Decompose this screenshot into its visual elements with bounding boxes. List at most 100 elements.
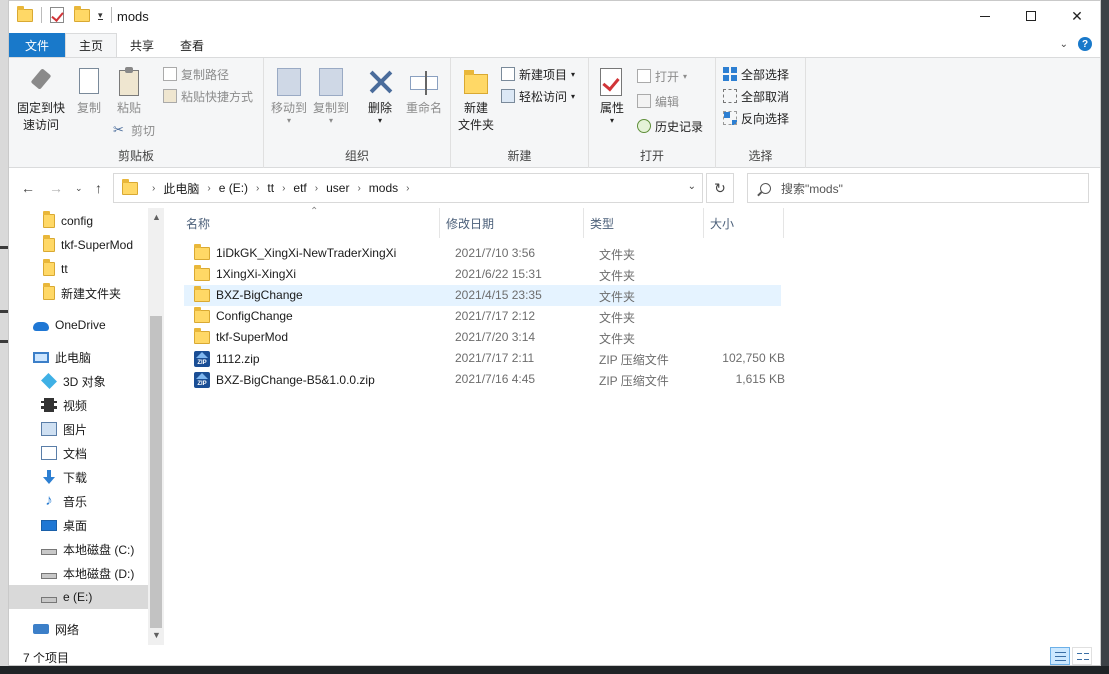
invert-selection-button[interactable]: 反向选择 bbox=[723, 108, 789, 128]
up-button[interactable]: ↑ bbox=[95, 180, 102, 196]
new-item-button[interactable]: 新建项目 ▾ bbox=[501, 64, 575, 84]
file-row[interactable]: ConfigChange 2021/7/17 2:12 文件夹 bbox=[184, 306, 781, 327]
minimize-icon bbox=[980, 15, 990, 17]
move-to-button[interactable]: 移动到 ▾ bbox=[270, 66, 308, 125]
properties-icon[interactable] bbox=[50, 7, 64, 23]
nav-item-label: e (E:) bbox=[63, 590, 93, 604]
forward-button[interactable]: → bbox=[49, 180, 63, 196]
breadcrumb-item[interactable]: user bbox=[326, 181, 349, 195]
nav-item-network[interactable]: 网络 bbox=[9, 617, 148, 641]
large-icons-view-button[interactable] bbox=[1072, 647, 1092, 665]
new-folder-button[interactable]: 新建 文件夹 bbox=[455, 66, 497, 134]
copy-button[interactable]: 复制 bbox=[71, 66, 107, 117]
paste-shortcut-button[interactable]: 粘贴快捷方式 bbox=[163, 86, 253, 106]
ribbon: 固定到快 速访问 复制 粘贴 复制路径 粘贴快捷方式 ✂ 剪切 剪贴板 移动到 … bbox=[9, 57, 1100, 168]
search-box[interactable]: 搜索"mods" bbox=[747, 173, 1089, 203]
scrollbar-thumb[interactable] bbox=[150, 316, 162, 628]
file-row[interactable]: 1XingXi-XingXi 2021/6/22 15:31 文件夹 bbox=[184, 264, 781, 285]
chevron-right-icon[interactable]: › bbox=[207, 183, 210, 194]
paste-button[interactable]: 粘贴 bbox=[111, 66, 147, 117]
easy-access-button[interactable]: 轻松访问 ▾ bbox=[501, 86, 575, 106]
tab-share[interactable]: 共享 bbox=[117, 33, 167, 57]
copy-path-button[interactable]: 复制路径 bbox=[163, 64, 229, 84]
folder-icon bbox=[122, 178, 138, 195]
chevron-right-icon[interactable]: › bbox=[357, 183, 360, 194]
file-row[interactable]: BXZ-BigChange-B5&1.0.0.zip 2021/7/16 4:4… bbox=[184, 369, 785, 390]
nav-item-downloads[interactable]: 下载 bbox=[9, 465, 148, 489]
copy-to-button[interactable]: 复制到 ▾ bbox=[312, 66, 350, 125]
breadcrumb-item[interactable]: etf bbox=[293, 181, 306, 195]
nav-item-desktop[interactable]: 桌面 bbox=[9, 513, 148, 537]
maximize-button[interactable] bbox=[1008, 1, 1054, 31]
nav-item-pictures[interactable]: 图片 bbox=[9, 417, 148, 441]
breadcrumb-item[interactable]: mods bbox=[369, 181, 398, 195]
nav-item-drive-d[interactable]: 本地磁盘 (D:) bbox=[9, 561, 148, 585]
search-input[interactable]: 搜索"mods" bbox=[781, 180, 843, 197]
nav-item-tkf-supermod[interactable]: tkf-SuperMod bbox=[9, 233, 148, 257]
history-button[interactable]: 历史记录 bbox=[637, 116, 703, 136]
help-icon[interactable]: ? bbox=[1078, 37, 1092, 51]
delete-button[interactable]: 删除 ▾ bbox=[364, 66, 396, 125]
file-row[interactable]: 1iDkGK_XingXi-NewTraderXingXi 2021/7/10 … bbox=[184, 243, 781, 264]
file-row[interactable]: 1112.zip 2021/7/17 2:11 ZIP 压缩文件 102,750… bbox=[184, 348, 785, 369]
file-row[interactable]: BXZ-BigChange 2021/4/15 23:35 文件夹 bbox=[184, 285, 781, 306]
column-header-name[interactable]: 名称 bbox=[180, 208, 440, 238]
file-row[interactable]: tkf-SuperMod 2021/7/20 3:14 文件夹 bbox=[184, 327, 781, 348]
nav-item-tt[interactable]: tt bbox=[9, 257, 148, 281]
scroll-down-icon[interactable]: ▼ bbox=[152, 630, 161, 640]
nav-item-drive-e[interactable]: e (E:) bbox=[9, 585, 148, 609]
close-button[interactable]: ✕ bbox=[1054, 1, 1100, 31]
address-row: ← → ⌄ ↑ › 此电脑 › e (E:) › tt › etf › user… bbox=[9, 168, 1100, 208]
cut-button[interactable]: ✂ 剪切 bbox=[113, 120, 155, 140]
nav-item-music[interactable]: ♪ 音乐 bbox=[9, 489, 148, 513]
pictures-icon bbox=[41, 422, 57, 436]
back-button[interactable]: ← bbox=[21, 180, 35, 196]
address-bar[interactable]: › 此电脑 › e (E:) › tt › etf › user › mods … bbox=[113, 173, 703, 203]
tab-home[interactable]: 主页 bbox=[65, 33, 118, 57]
nav-item-3d-objects[interactable]: 3D 对象 bbox=[9, 369, 148, 393]
nav-item-videos[interactable]: 视频 bbox=[9, 393, 148, 417]
customize-toolbar-icon[interactable]: ▾ bbox=[98, 10, 103, 20]
nav-item-this-pc[interactable]: 此电脑 bbox=[9, 345, 148, 369]
nav-item-drive-c[interactable]: 本地磁盘 (C:) bbox=[9, 537, 148, 561]
chevron-right-icon[interactable]: › bbox=[315, 183, 318, 194]
chevron-down-icon[interactable]: ⌄ bbox=[688, 181, 696, 192]
folder-icon bbox=[43, 211, 55, 228]
select-all-button[interactable]: 全部选择 bbox=[723, 64, 789, 84]
tab-file[interactable]: 文件 bbox=[9, 33, 65, 57]
refresh-button[interactable]: ↻ bbox=[706, 173, 734, 203]
new-folder-icon[interactable] bbox=[74, 5, 90, 22]
column-header-size[interactable]: 大小 bbox=[704, 208, 784, 238]
paste-icon bbox=[119, 67, 139, 96]
recent-locations-button[interactable]: ⌄ bbox=[75, 183, 83, 194]
breadcrumb-item[interactable]: 此电脑 bbox=[163, 180, 199, 197]
edit-button[interactable]: 编辑 bbox=[637, 91, 679, 111]
open-button[interactable]: 打开 ▾ bbox=[637, 66, 687, 86]
nav-pane-scrollbar[interactable]: ▲ ▼ bbox=[148, 208, 164, 645]
column-header-date[interactable]: 修改日期 bbox=[440, 208, 584, 238]
breadcrumb-item[interactable]: e (E:) bbox=[219, 181, 248, 195]
select-none-button[interactable]: 全部取消 bbox=[723, 86, 789, 106]
file-type: ZIP 压缩文件 bbox=[599, 374, 669, 388]
chevron-right-icon[interactable]: › bbox=[256, 183, 259, 194]
minimize-button[interactable] bbox=[962, 1, 1008, 31]
expand-ribbon-icon[interactable]: ⌄ bbox=[1060, 39, 1068, 50]
nav-item-config[interactable]: config bbox=[9, 209, 148, 233]
tab-view[interactable]: 查看 bbox=[167, 33, 217, 57]
nav-item-new-folder[interactable]: 新建文件夹 bbox=[9, 281, 148, 305]
nav-item-onedrive[interactable]: OneDrive bbox=[9, 313, 148, 337]
pin-icon bbox=[30, 68, 52, 90]
breadcrumb-item[interactable]: tt bbox=[267, 181, 274, 195]
rename-button[interactable]: 重命名 bbox=[404, 66, 444, 117]
pin-label-line2: 速访问 bbox=[22, 118, 59, 132]
chevron-right-icon[interactable]: › bbox=[282, 183, 285, 194]
move-to-icon bbox=[277, 68, 301, 96]
folder-icon[interactable] bbox=[17, 5, 33, 22]
details-view-button[interactable] bbox=[1050, 647, 1070, 665]
scroll-up-icon[interactable]: ▲ bbox=[152, 212, 161, 222]
pin-quick-access-button[interactable]: 固定到快 速访问 bbox=[13, 66, 69, 134]
nav-item-documents[interactable]: 文档 bbox=[9, 441, 148, 465]
properties-button[interactable]: 属性 ▾ bbox=[595, 66, 629, 125]
chevron-right-icon[interactable]: › bbox=[406, 183, 409, 194]
column-header-type[interactable]: 类型 bbox=[584, 208, 704, 238]
